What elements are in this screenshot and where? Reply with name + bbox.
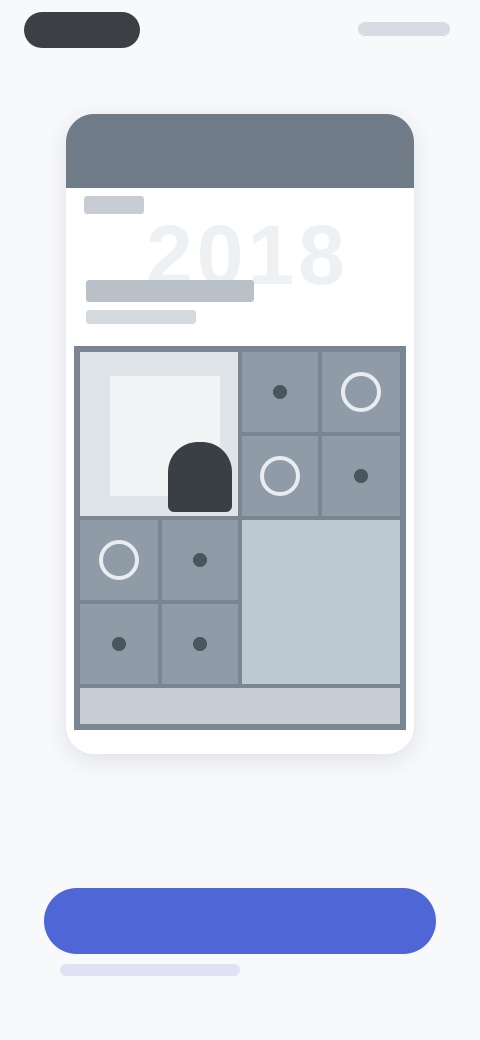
grid-footer [80,688,400,724]
grid-tile[interactable] [242,352,318,432]
star-icon [99,540,139,580]
music-icon [341,372,381,412]
photo-subject [168,442,232,512]
status-pill [24,12,140,48]
grid-tile[interactable] [242,436,318,516]
location-icon [193,553,207,567]
grid-tile[interactable] [162,604,238,684]
continue-button[interactable] [44,888,436,954]
card-title [86,280,254,302]
card-subtitle [84,196,144,214]
grid-tile[interactable] [80,520,158,600]
preview-card: 2018 [66,114,414,754]
card-header [66,114,414,188]
top-right-label[interactable] [358,22,450,36]
grid-tile[interactable] [322,436,400,516]
grid-tile-large[interactable] [242,520,400,684]
play-icon [260,456,300,496]
card-date [86,310,196,324]
grid-tile[interactable] [80,604,158,684]
music-icon [193,637,207,651]
grid-tile[interactable] [322,352,400,432]
heart-icon [354,469,368,483]
grid-tile[interactable] [162,520,238,600]
camera-icon [112,637,126,651]
fine-print-link[interactable] [60,964,240,976]
camera-icon [273,385,287,399]
media-grid [74,346,406,730]
photo-tile[interactable] [80,352,238,516]
